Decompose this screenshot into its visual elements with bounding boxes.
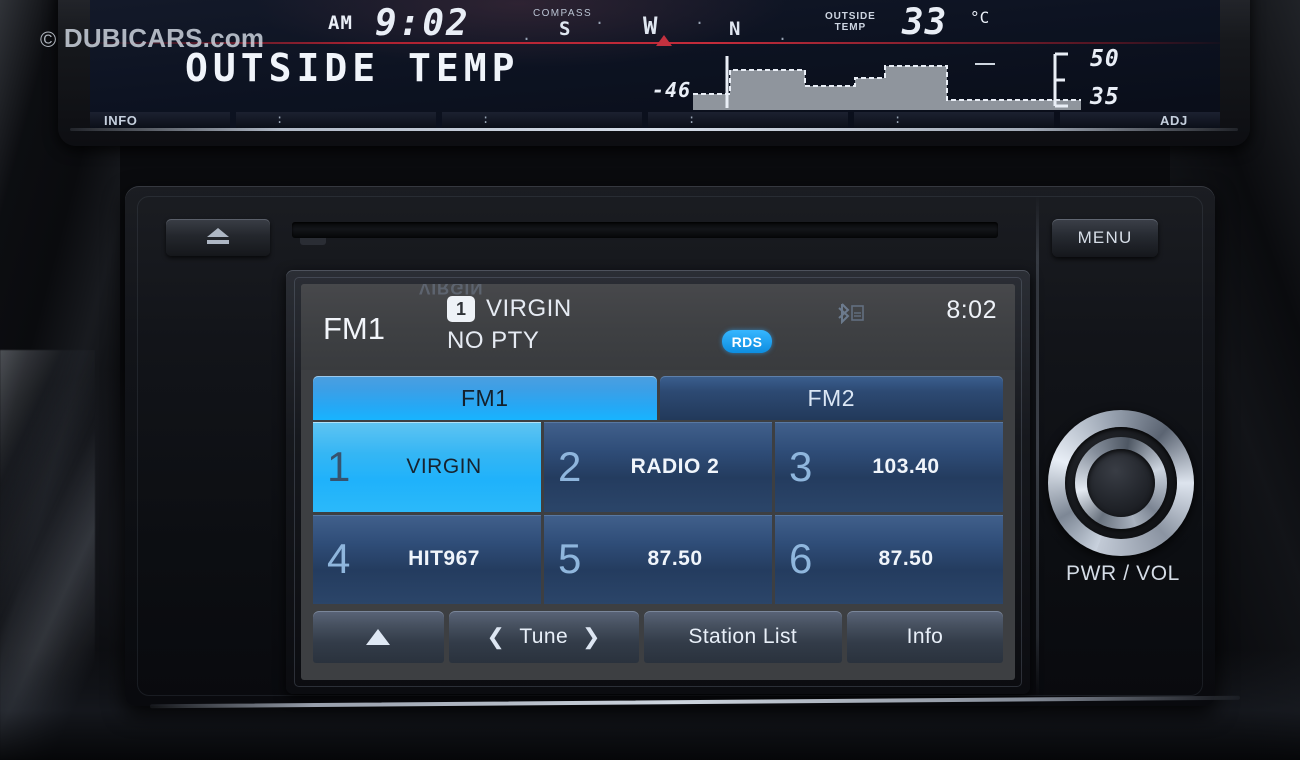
chevron-left-icon[interactable]: ❮ <box>487 624 506 650</box>
current-preset-badge: 1 <box>447 296 475 322</box>
rds-badge: RDS <box>722 330 772 353</box>
outside-temp-value: 33 <box>902 2 948 43</box>
eject-button[interactable] <box>166 219 270 256</box>
program-type-label: NO PTY <box>447 327 540 354</box>
screen-header: VIRGIN FM1 1 VIRGIN NO PTY RDS 8:02 <box>301 284 1015 370</box>
cluster-soft-button-2[interactable] <box>236 112 436 128</box>
tune-label: Tune <box>519 625 569 648</box>
preset-button-5[interactable]: 5 87.50 <box>544 514 772 604</box>
graph-scale-max: 50 <box>1090 46 1120 72</box>
compass-point-s: S <box>559 18 572 40</box>
preset-button-3[interactable]: 3 103.40 <box>775 422 1003 512</box>
compass-tick-left: · <box>522 30 532 48</box>
watermark: © DUBICARS.com <box>40 23 264 54</box>
cluster-am-label: AM <box>328 12 353 34</box>
cluster-chrome-trim <box>70 128 1238 131</box>
triangle-up-icon <box>366 629 391 645</box>
compass-tick-mid-right: · <box>695 14 705 32</box>
eject-icon <box>207 228 229 244</box>
tab-fm1[interactable]: FM1 <box>313 376 657 420</box>
station-list-label: Station List <box>688 625 798 648</box>
cluster-soft-button-row: INFO ADJ : : : : <box>90 112 1220 128</box>
preset-1-label: VIRGIN <box>406 454 482 478</box>
tab-fm2-label: FM2 <box>807 384 855 411</box>
scroll-up-button[interactable] <box>313 611 444 663</box>
preset-2-label: RADIO 2 <box>630 454 720 478</box>
outside-temp-label-line2: TEMP <box>834 22 867 33</box>
preset-3-label: 103.40 <box>872 454 940 478</box>
preset-button-4[interactable]: 4 HIT967 <box>313 514 541 604</box>
preset-button-2[interactable]: 2 RADIO 2 <box>544 422 772 512</box>
cluster-soft-button-4[interactable] <box>648 112 848 128</box>
compass-point-n: N <box>729 18 742 40</box>
preset-button-6[interactable]: 6 87.50 <box>775 514 1003 604</box>
instrument-cluster-display: AM 9:02 COMPASS · S · W · N · OUTSIDE TE… <box>90 0 1220 128</box>
knob-label: PWR / VOL <box>1066 562 1180 585</box>
cluster-mark-1: : <box>276 112 284 126</box>
band-tab-row: FM1 FM2 <box>313 376 1003 420</box>
compass-tick-right: · <box>778 30 788 48</box>
function-button-row: ❮ Tune ❯ Station List Info <box>313 611 1003 663</box>
menu-button-label: MENU <box>1077 228 1133 247</box>
tune-control[interactable]: ❮ Tune ❯ <box>448 611 639 663</box>
current-station-name: VIRGIN <box>486 295 572 322</box>
cluster-soft-button-5[interactable] <box>854 112 1054 128</box>
info-button[interactable]: Info <box>846 611 1003 663</box>
bluetooth-icon <box>835 302 865 325</box>
menu-button[interactable]: MENU <box>1052 219 1158 257</box>
power-volume-knob[interactable]: PWR / VOL <box>1048 410 1198 585</box>
disc-slot-nub <box>300 238 326 245</box>
cluster-mark-2: : <box>482 112 490 126</box>
cluster-mark-4: : <box>894 112 902 126</box>
tab-fm1-label: FM1 <box>461 384 509 411</box>
preset-button-1[interactable]: 1 VIRGIN <box>313 422 541 512</box>
watermark-copyright-symbol: © <box>40 27 57 52</box>
screen-clock: 8:02 <box>946 296 997 324</box>
tab-fm2[interactable]: FM2 <box>659 376 1003 420</box>
temperature-history-graph <box>685 48 1085 110</box>
chevron-right-icon[interactable]: ❯ <box>582 624 601 650</box>
preset-6-label: 87.50 <box>878 547 934 571</box>
cluster-soft-label-adj: ADJ <box>1160 113 1188 128</box>
preset-4-label: HIT967 <box>408 547 480 571</box>
current-preset-number: 1 <box>455 298 466 319</box>
cluster-soft-label-info: INFO <box>104 113 138 128</box>
radio-vertical-groove <box>1036 196 1039 696</box>
watermark-text: DUBICARS.com <box>63 23 265 53</box>
cluster-soft-button-adj[interactable] <box>1060 112 1220 128</box>
disc-slot[interactable] <box>292 222 998 238</box>
cluster-clock: 9:02 <box>375 3 470 44</box>
outside-temp-unit: °C <box>970 8 990 27</box>
compass-heading-arrow <box>656 35 672 46</box>
rds-badge-label: RDS <box>731 333 763 350</box>
compass-tick-mid-left: · <box>595 14 605 32</box>
current-band-label: FM1 <box>323 311 385 346</box>
preset-5-label: 87.50 <box>647 547 703 571</box>
outside-temp-label-line1: OUTSIDE <box>825 11 876 22</box>
preset-grid: 1 VIRGIN 2 RADIO 2 3 103.40 4 HIT967 5 8… <box>313 422 1003 604</box>
graph-scale-mid: 35 <box>1090 84 1120 110</box>
outside-temp-label: OUTSIDE TEMP <box>825 11 876 33</box>
cluster-mark-3: : <box>688 112 696 126</box>
info-button-label: Info <box>906 625 944 648</box>
station-list-button[interactable]: Station List <box>643 611 842 663</box>
lcd-screen[interactable]: VIRGIN FM1 1 VIRGIN NO PTY RDS 8:02 FM1 … <box>301 284 1015 680</box>
cluster-soft-button-3[interactable] <box>442 112 642 128</box>
knob-face[interactable] <box>1087 449 1155 517</box>
